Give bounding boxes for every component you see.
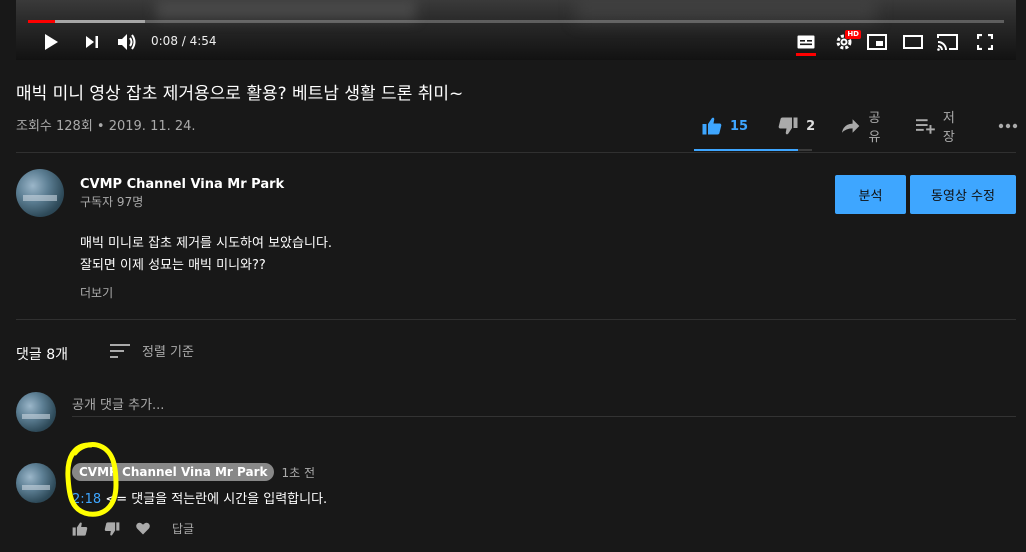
theater-mode-icon bbox=[903, 35, 923, 49]
share-button[interactable]: 공유 bbox=[841, 107, 891, 145]
share-label: 공유 bbox=[868, 111, 881, 145]
comment-input-underline bbox=[72, 416, 1016, 417]
user-avatar bbox=[16, 392, 56, 432]
save-label: 저장 bbox=[942, 111, 955, 145]
channel-name[interactable]: CVMP Channel Vina Mr Park bbox=[80, 177, 284, 192]
next-button[interactable] bbox=[82, 28, 102, 56]
progress-played bbox=[28, 20, 56, 23]
more-actions-button[interactable] bbox=[998, 123, 1026, 129]
save-button[interactable]: 저장 bbox=[915, 107, 966, 145]
video-frame-shade bbox=[576, 0, 876, 22]
more-horizontal-icon bbox=[998, 123, 1018, 129]
description-line: 매빅 미니로 잡초 제거를 시도하여 보았습니다. bbox=[80, 236, 333, 251]
heart-icon bbox=[136, 522, 150, 535]
edit-video-button[interactable]: 동영상 수정 bbox=[910, 175, 1016, 214]
comment-dislike-button[interactable] bbox=[104, 521, 120, 536]
add-comment-input[interactable]: 공개 댓글 추가... bbox=[72, 394, 164, 413]
video-actions: 15 2 공유 저장 bbox=[694, 107, 1026, 145]
play-button[interactable] bbox=[40, 28, 62, 56]
like-dislike-ratio-bar bbox=[694, 149, 812, 151]
dislike-button[interactable]: 2 bbox=[778, 117, 815, 135]
comment-body: <= 댓글을 적는란에 시간을 입력합니다. bbox=[101, 492, 328, 507]
subtitles-active-indicator bbox=[796, 53, 816, 56]
description-line: 잘되면 이제 성묘는 매빅 미니와?? bbox=[80, 258, 266, 273]
thumbs-down-icon bbox=[778, 117, 798, 135]
cast-icon bbox=[937, 34, 958, 51]
progress-bar[interactable] bbox=[28, 20, 1004, 23]
comment-time[interactable]: 1초 전 bbox=[281, 464, 315, 481]
comment-header: CVMP Channel Vina Mr Park 1초 전 bbox=[72, 463, 315, 481]
show-more-button[interactable]: 더보기 bbox=[80, 284, 113, 301]
fullscreen-icon bbox=[977, 34, 993, 50]
subtitles-button[interactable] bbox=[796, 28, 816, 56]
video-player[interactable]: 0:08 / 4:54 HD bbox=[16, 0, 1016, 60]
divider bbox=[16, 319, 1016, 320]
play-icon bbox=[45, 34, 58, 50]
comment-heart-button[interactable] bbox=[136, 522, 150, 535]
comment-reply-button[interactable]: 답글 bbox=[172, 520, 194, 537]
share-icon bbox=[842, 119, 860, 133]
fullscreen-button[interactable] bbox=[974, 28, 996, 56]
sort-icon bbox=[110, 343, 130, 358]
time-display: 0:08 / 4:54 bbox=[151, 34, 217, 48]
sort-label: 정렬 기준 bbox=[142, 345, 194, 360]
channel-avatar[interactable] bbox=[16, 169, 64, 217]
player-controls: 0:08 / 4:54 HD bbox=[16, 28, 1016, 56]
playlist-add-icon bbox=[915, 119, 935, 134]
next-icon bbox=[86, 36, 98, 48]
subscriber-count: 구독자 97명 bbox=[80, 195, 144, 209]
video-title: 매빅 미니 영상 잡초 제거용으로 활용? 베트남 생활 드론 취미~ bbox=[16, 84, 464, 104]
thumbs-down-icon bbox=[104, 521, 120, 535]
comment-author[interactable]: CVMP Channel Vina Mr Park bbox=[72, 463, 275, 481]
settings-button[interactable]: HD bbox=[833, 28, 861, 56]
comment-like-button[interactable] bbox=[72, 522, 88, 536]
cast-button[interactable] bbox=[936, 28, 960, 56]
dislike-count: 2 bbox=[806, 118, 816, 134]
comment-text: 2:18 <= 댓글을 적는란에 시간을 입력합니다. bbox=[72, 488, 327, 507]
thumbs-up-icon bbox=[72, 522, 88, 536]
volume-button[interactable] bbox=[116, 28, 138, 56]
like-ratio-fill bbox=[694, 149, 799, 151]
comment-timestamp-link[interactable]: 2:18 bbox=[72, 492, 101, 507]
theater-mode-button[interactable] bbox=[902, 28, 924, 56]
video-frame-shade bbox=[156, 0, 416, 20]
miniplayer-icon bbox=[867, 34, 887, 50]
hd-badge: HD bbox=[845, 30, 861, 39]
thumbs-up-icon bbox=[702, 117, 722, 135]
video-view-count-date: 조회수 128회 • 2019. 11. 24. bbox=[16, 119, 196, 134]
like-count: 15 bbox=[730, 118, 749, 134]
like-button[interactable]: 15 bbox=[702, 117, 748, 135]
volume-icon bbox=[118, 34, 136, 50]
sort-button[interactable]: 정렬 기준 bbox=[110, 341, 194, 360]
comment-count: 댓글 8개 bbox=[16, 347, 68, 363]
analytics-button[interactable]: 분석 bbox=[835, 175, 906, 214]
comment-actions: 답글 bbox=[72, 520, 194, 537]
divider bbox=[16, 152, 1016, 153]
subtitles-icon bbox=[797, 35, 815, 49]
video-description: 매빅 미니로 잡초 제거를 시도하여 보았습니다. 잘되면 이제 성묘는 매빅 … bbox=[80, 233, 332, 277]
comment-author-avatar[interactable] bbox=[16, 463, 56, 503]
miniplayer-button[interactable] bbox=[866, 28, 888, 56]
